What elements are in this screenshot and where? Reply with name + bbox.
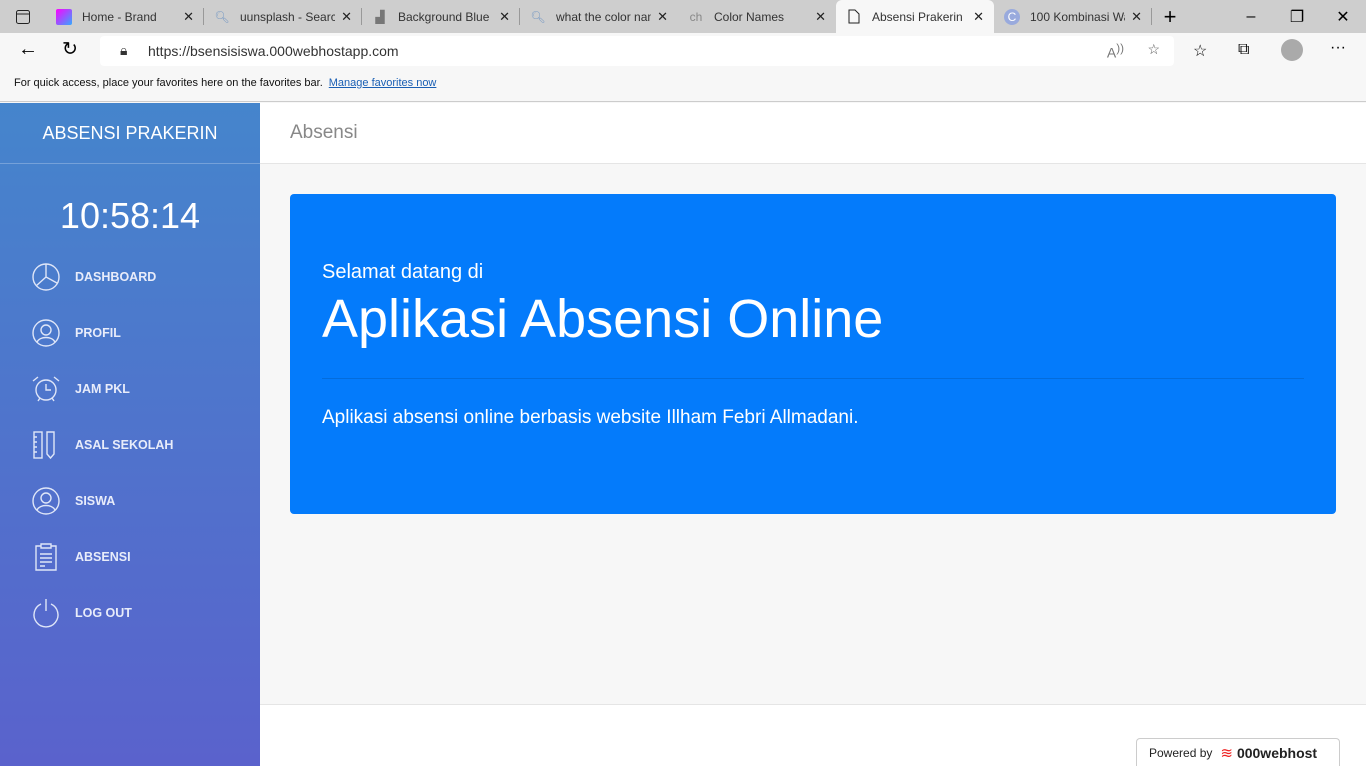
sidebar-item-absensi[interactable]: ABSENSI (0, 529, 260, 585)
page-title: Absensi (290, 122, 358, 143)
unsplash-icon: ▟ (375, 9, 385, 24)
favorites-bar: For quick access, place your favorites h… (0, 69, 1366, 102)
tab-color-name-search[interactable]: 🔍︎what the color name✕ (520, 0, 678, 33)
tab-unsplash-search[interactable]: 🔍︎ uunsplash - Search ✕ (204, 0, 362, 33)
user-icon (32, 487, 60, 515)
clock: 10:58:14 (59, 195, 201, 236)
page-header: Absensi (260, 103, 1366, 164)
profile-avatar[interactable] (1281, 39, 1303, 61)
page-icon (846, 9, 862, 25)
close-icon[interactable]: ✕ (183, 9, 194, 25)
power-icon (33, 599, 59, 628)
read-aloud-icon[interactable]: A)) (1107, 42, 1124, 61)
app-title: ABSENSI PRAKERIN (0, 103, 260, 164)
ruler-pencil-icon (33, 431, 55, 460)
user-icon (32, 319, 60, 347)
alarm-clock-icon (32, 376, 60, 402)
more-menu-icon[interactable]: ··· (1330, 39, 1346, 57)
sidebar-item-jam-pkl[interactable]: JAM PKL (0, 361, 260, 417)
address-bar-row: ← ↻ 🔒︎ https://bsensisiswa.000webhostapp… (0, 33, 1366, 69)
pie-chart-icon (32, 263, 60, 291)
welcome-greeting: Selamat datang di (322, 261, 484, 283)
welcome-jumbotron: Selamat datang di Aplikasi Absensi Onlin… (290, 194, 1336, 514)
close-icon[interactable]: ✕ (1131, 9, 1142, 25)
sidebar-item-log-out[interactable]: LOG OUT (0, 585, 260, 641)
url-text: https://bsensisiswa.000webhostapp.com (148, 43, 399, 59)
add-favorite-icon[interactable]: ☆ (1147, 41, 1160, 58)
tab-background-blue[interactable]: ▟ Background Blue ✕ (362, 0, 520, 33)
close-window-button[interactable]: ✕ (1320, 7, 1366, 27)
powered-by-badge[interactable]: Powered by ≋ 000webhost (1136, 738, 1340, 766)
ch-icon: ch (689, 9, 703, 24)
powered-by-text: Powered by (1149, 745, 1213, 760)
back-button[interactable]: ← (18, 38, 38, 61)
manage-favorites-link[interactable]: Manage favorites now (329, 77, 437, 89)
host-name: 000webhost (1236, 744, 1318, 761)
close-icon[interactable]: ✕ (973, 9, 984, 25)
tab-home-brand[interactable]: Home - Brand ✕ (46, 0, 204, 33)
search-icon: 🔍︎ (530, 9, 546, 24)
lock-icon: 🔒︎ (120, 42, 128, 58)
search-icon: 🔍︎ (214, 9, 230, 24)
minimize-button[interactable]: – (1228, 8, 1274, 26)
restore-button[interactable]: ❐ (1274, 7, 1320, 27)
tab-kombinasi-warna[interactable]: C100 Kombinasi Warna✕ (994, 0, 1152, 33)
url-input[interactable]: 🔒︎ https://bsensisiswa.000webhostapp.com… (100, 36, 1174, 66)
webhost-logo-icon: ≋ (1220, 744, 1233, 762)
new-tab-button[interactable]: + (1152, 4, 1188, 30)
close-icon[interactable]: ✕ (657, 9, 668, 25)
welcome-title: Aplikasi Absensi Online (322, 289, 884, 349)
footer: Powered by ≋ 000webhost (260, 704, 1366, 766)
brand-icon (56, 8, 72, 25)
sidebar-item-profil[interactable]: PROFIL (0, 305, 260, 361)
welcome-description: Aplikasi absensi online berbasis website… (322, 407, 859, 428)
clipboard-icon (35, 543, 57, 571)
favorites-hint: For quick access, place your favorites h… (14, 77, 323, 89)
refresh-button[interactable]: ↻ (62, 38, 78, 61)
sidebar: ABSENSI PRAKERIN 10:58:14 DASHBOARD PROF… (0, 103, 260, 766)
collections-icon[interactable]: ⧉ (1238, 41, 1249, 59)
divider (322, 378, 1304, 379)
tab-bar: Home - Brand ✕ 🔍︎ uunsplash - Search ✕ ▟ Bac… (0, 0, 1366, 33)
tab-absensi-prakerin[interactable]: Absensi Prakerin ✕ (836, 0, 994, 33)
tab-color-names[interactable]: ch Color Names ✕ (678, 0, 836, 33)
close-icon[interactable]: ✕ (815, 9, 826, 25)
close-icon[interactable]: ✕ (341, 9, 352, 25)
sidebar-item-asal-sekolah[interactable]: ASAL SEKOLAH (0, 417, 260, 473)
sidebar-item-dashboard[interactable]: DASHBOARD (0, 249, 260, 305)
canva-icon: C (1004, 8, 1020, 25)
sidebar-item-siswa[interactable]: SISWA (0, 473, 260, 529)
close-icon[interactable]: ✕ (499, 9, 510, 25)
tab-actions-icon[interactable] (0, 9, 46, 25)
favorites-icon[interactable]: ☆ (1193, 41, 1207, 61)
